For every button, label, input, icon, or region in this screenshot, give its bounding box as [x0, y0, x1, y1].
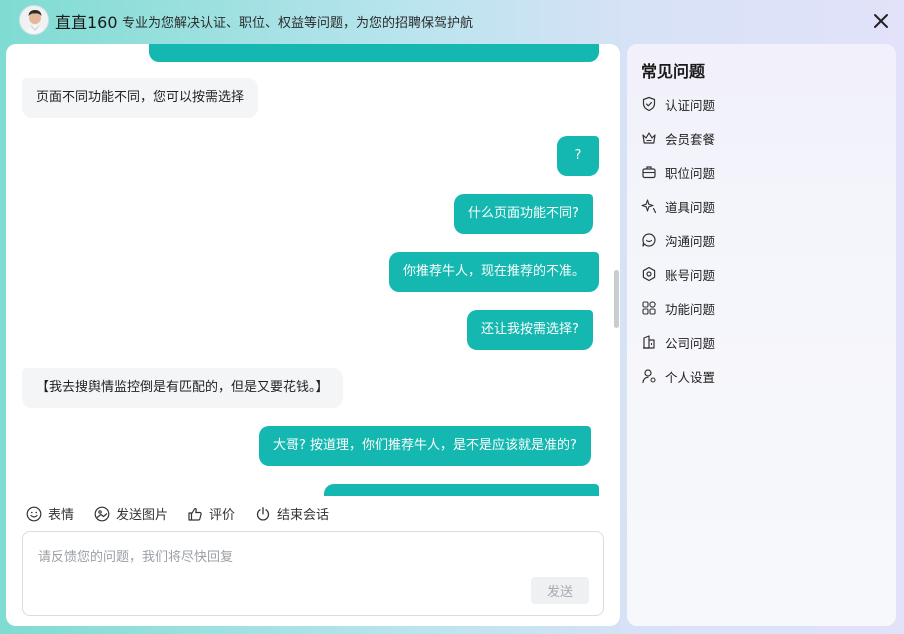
image-icon: [94, 506, 110, 521]
avatar: [19, 5, 49, 35]
send-button-label: 发送: [546, 585, 573, 600]
chat-toolbar: 表情 发送图片 评价 结束会话: [6, 500, 620, 526]
message-bubble: 【我去搜舆情监控倒是有匹配的，但是又要花钱。】: [22, 368, 343, 408]
emoji-button[interactable]: 表情: [26, 504, 74, 523]
rate-button[interactable]: 评价: [187, 504, 235, 523]
briefcase-icon: [642, 166, 656, 179]
close-icon: [874, 14, 888, 28]
smile-icon: [26, 506, 42, 521]
rate-hand-icon: [188, 507, 202, 521]
message-input-box: 发送: [22, 531, 604, 616]
faq-item-label: 会员套餐: [665, 131, 716, 147]
faq-item-label: 沟通问题: [665, 233, 716, 249]
faq-panel: 常见问题 认证问题 会员套餐 职位问题 道具问题 沟通问题 账号问题 功能问题 …: [627, 44, 896, 626]
end-session-button[interactable]: 结束会话: [255, 504, 329, 523]
emoji-label: 表情: [48, 508, 75, 523]
message-bubble: 页面不同功能不同，您可以按需选择: [22, 78, 259, 118]
faq-item-label: 公司问题: [665, 335, 716, 351]
faq-item-personal-settings[interactable]: 个人设置: [641, 366, 715, 386]
faq-item-props[interactable]: 道具问题: [641, 196, 715, 216]
send-image-label: 发送图片: [116, 508, 169, 523]
sparkle-icon: [641, 199, 657, 214]
header-slogan: 专业为您解决认证、职位、权益等问题，为您的招聘保驾护航: [122, 16, 474, 31]
faq-item-certification[interactable]: 认证问题: [641, 94, 715, 114]
chat-panel: 页面不同功能不同，您可以按需选择 ? 什么页面功能不同? 你推荐牛人，现在推荐的…: [6, 44, 620, 626]
account-gear-icon: [642, 266, 656, 282]
end-session-label: 结束会话: [277, 508, 330, 523]
message-bubble: 什么页面功能不同?: [454, 194, 593, 234]
send-button[interactable]: 发送: [531, 577, 589, 604]
faq-item-company[interactable]: 公司问题: [641, 332, 715, 352]
faq-item-label: 个人设置: [665, 369, 716, 385]
message-bubble-partial: [149, 44, 599, 62]
message-bubble: 大哥? 按道理，你们推荐牛人，是不是应该就是准的?: [259, 426, 591, 466]
message-input[interactable]: [23, 532, 603, 615]
user-settings-icon: [642, 369, 656, 384]
building-icon: [643, 335, 655, 349]
shield-check-icon: [642, 96, 656, 112]
power-icon: [256, 506, 270, 520]
faq-item-jobs[interactable]: 职位问题: [641, 162, 715, 182]
faq-item-label: 职位问题: [665, 165, 716, 181]
avatar-person-icon: [20, 6, 48, 34]
faq-item-membership[interactable]: 会员套餐: [641, 128, 715, 148]
faq-item-label: 功能问题: [665, 301, 716, 317]
crown-icon: [642, 132, 656, 144]
faq-item-label: 认证问题: [665, 97, 716, 113]
faq-item-communication[interactable]: 沟通问题: [641, 230, 715, 250]
close-button[interactable]: [872, 12, 890, 30]
header-bar: 直直160 专业为您解决认证、职位、权益等问题，为您的招聘保驾护航: [0, 0, 904, 42]
send-image-button[interactable]: 发送图片: [94, 504, 168, 523]
message-bubble-partial: [324, 484, 599, 496]
faq-title-text: 常见问题: [641, 62, 706, 81]
message-bubble: 还让我按需选择?: [467, 310, 593, 350]
brand-name: 直直160: [55, 13, 118, 32]
message-bubble: ?: [557, 136, 599, 176]
message-bubble: 你推荐牛人，现在推荐的不准。: [389, 252, 600, 292]
grid-apps-icon: [642, 301, 656, 315]
chat-bubble-icon: [642, 233, 656, 247]
chat-scrollbar[interactable]: [614, 270, 619, 328]
message-list[interactable]: 页面不同功能不同，您可以按需选择 ? 什么页面功能不同? 你推荐牛人，现在推荐的…: [6, 44, 620, 496]
faq-item-features[interactable]: 功能问题: [641, 298, 715, 318]
faq-item-account[interactable]: 账号问题: [641, 264, 715, 284]
faq-item-label: 道具问题: [665, 199, 716, 215]
faq-title: 常见问题: [641, 58, 705, 82]
faq-item-label: 账号问题: [665, 267, 716, 283]
rate-label: 评价: [209, 508, 236, 523]
